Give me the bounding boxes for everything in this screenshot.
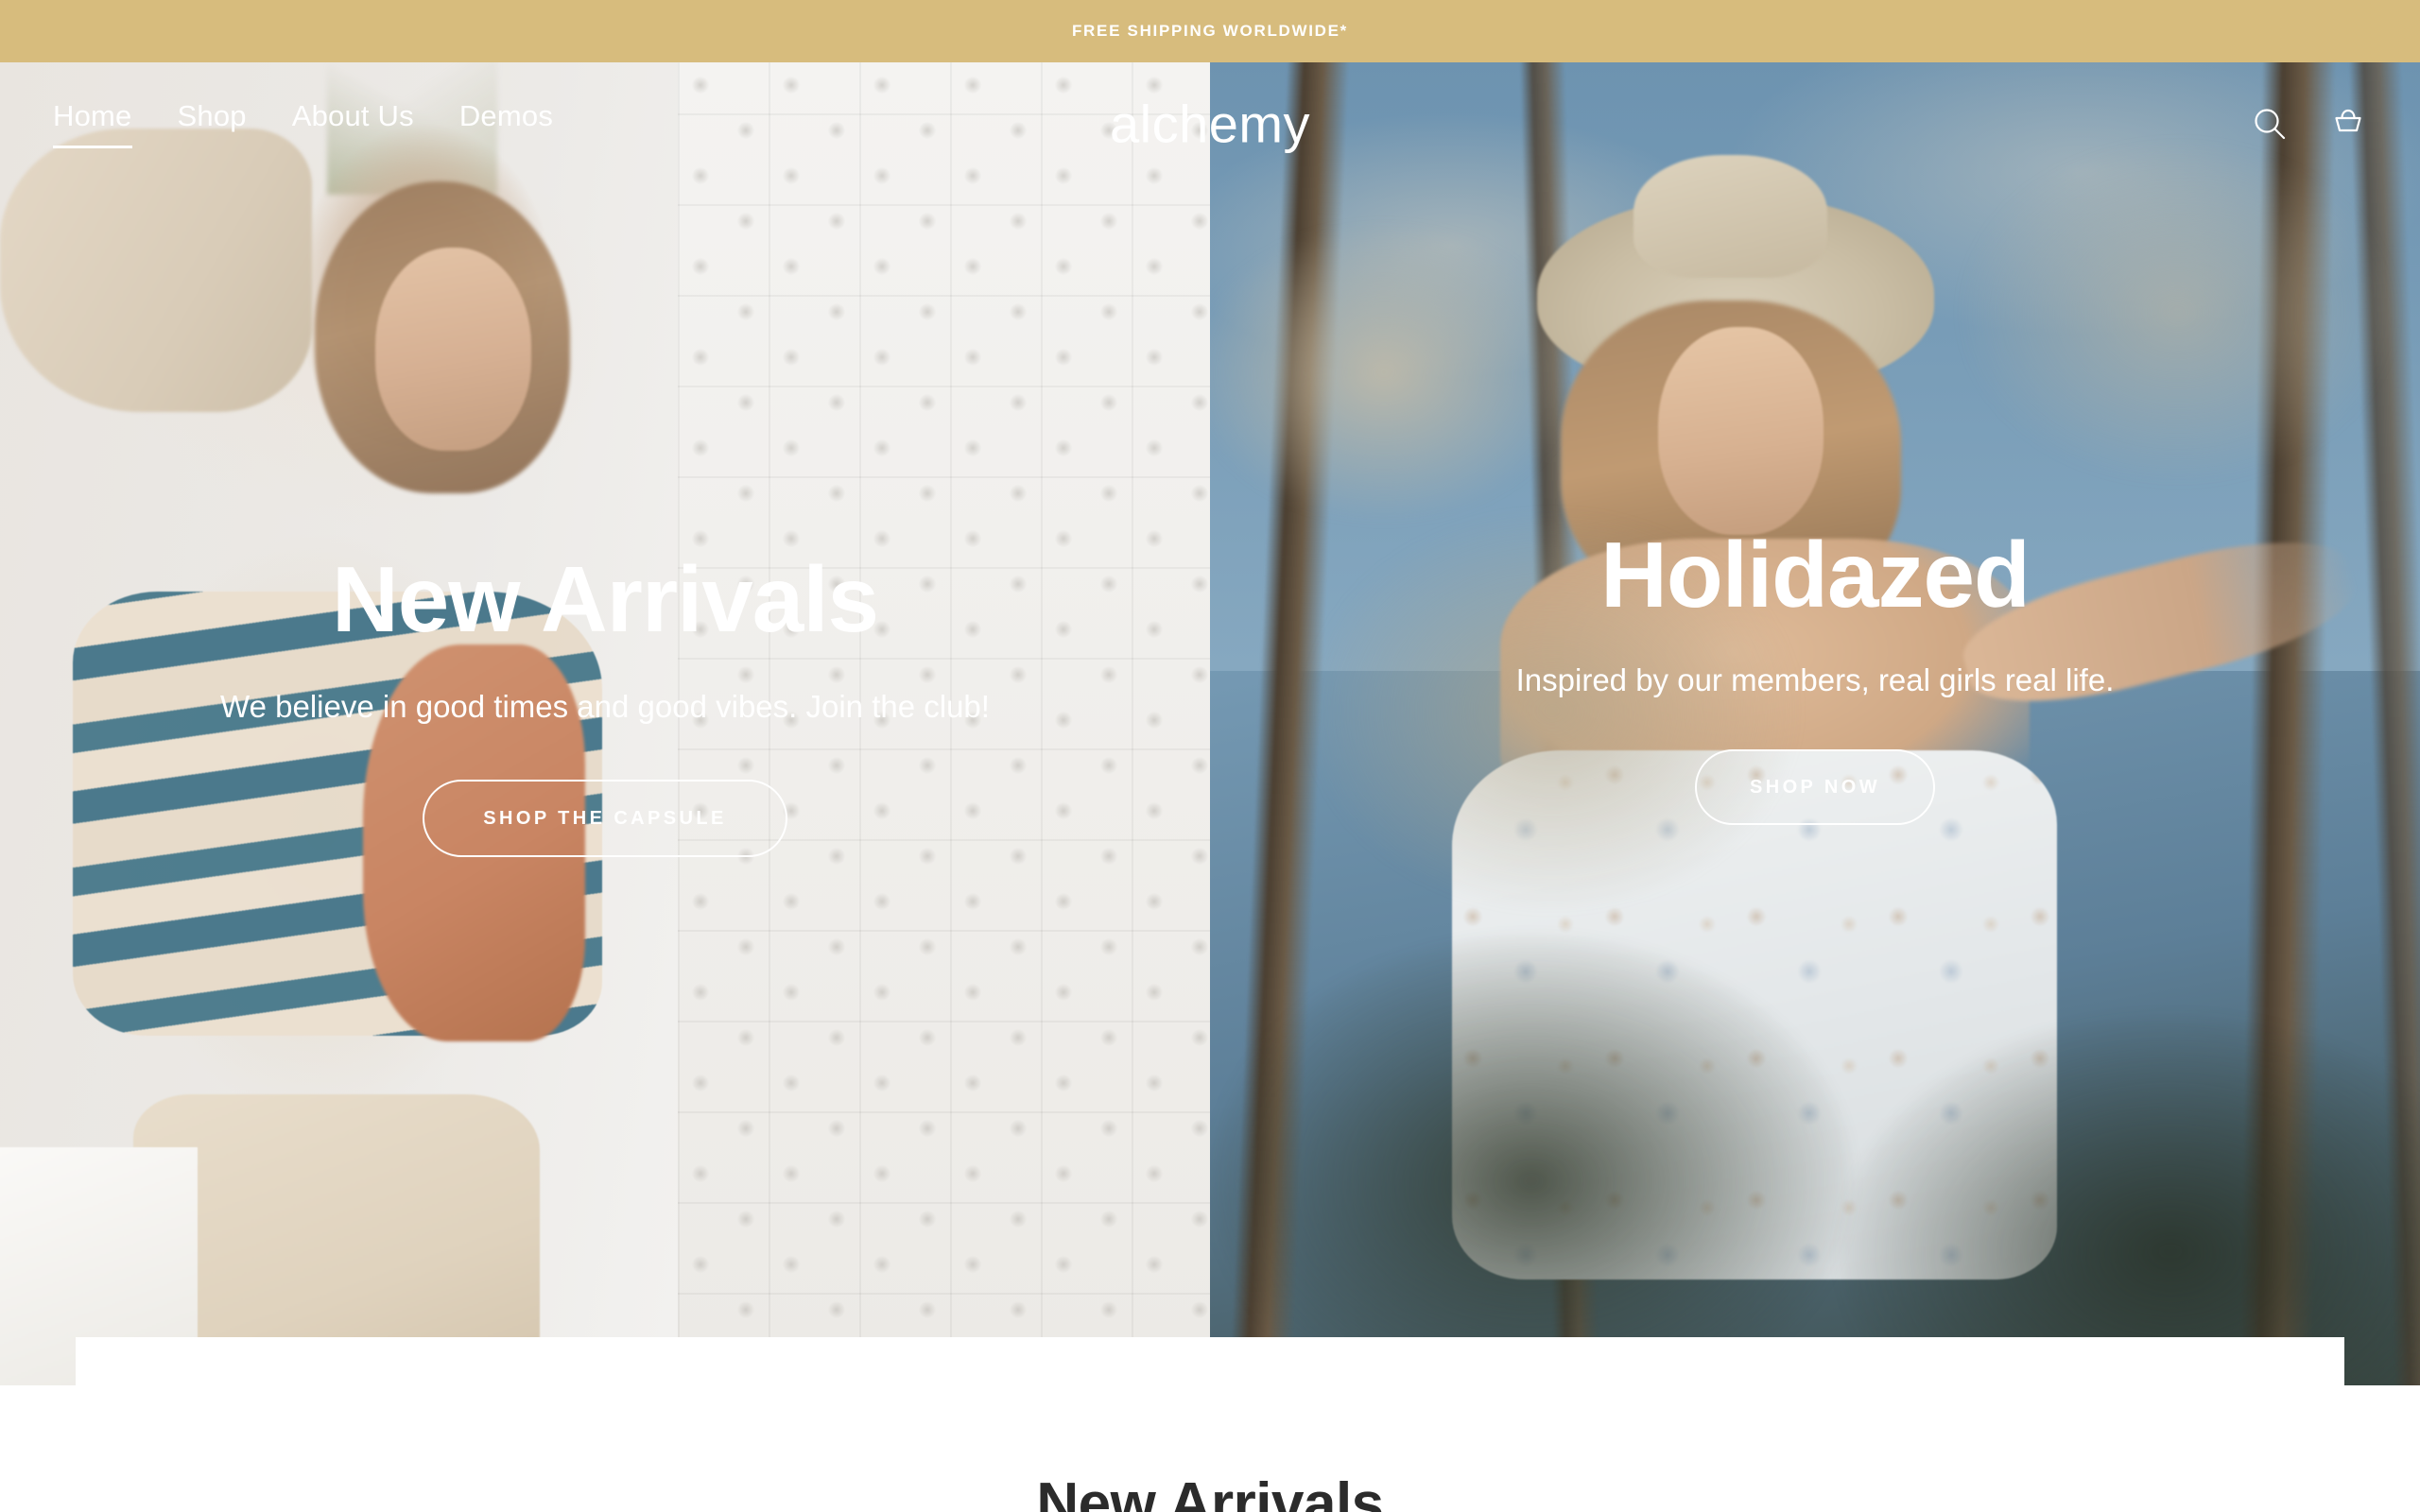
hero-subtitle: Inspired by our members, real girls real…: [1515, 662, 2115, 697]
announcement-text: FREE SHIPPING WORLDWIDE*: [1071, 22, 1349, 40]
hero-title: New Arrivals: [331, 546, 879, 651]
section-heading-new-arrivals: New Arrivals: [1036, 1471, 1384, 1512]
nav-item-home[interactable]: Home: [53, 99, 132, 148]
hero-panel-holidazed[interactable]: Holidazed Inspired by our members, real …: [1210, 62, 2420, 1385]
nav-item-shop[interactable]: Shop: [178, 99, 247, 148]
shop-now-button[interactable]: SHOP NOW: [1695, 749, 1935, 826]
header-actions: [2252, 105, 2367, 143]
hero-title: Holidazed: [1600, 522, 2031, 627]
nav-item-demos[interactable]: Demos: [459, 99, 553, 148]
hero-subtitle: We believe in good times and good vibes.…: [220, 688, 990, 724]
site-header: Home Shop About Us Demos alchemy: [0, 62, 2420, 185]
homepage: FREE SHIPPING WORLDWIDE* New Arrivals We…: [0, 0, 2420, 1512]
announcement-bar: FREE SHIPPING WORLDWIDE*: [0, 0, 2420, 62]
shop-the-capsule-button[interactable]: SHOP THE CAPSULE: [423, 780, 787, 858]
hero-content-holidazed: Holidazed Inspired by our members, real …: [1210, 62, 2420, 1338]
nav-item-about-us[interactable]: About Us: [292, 99, 414, 148]
hero-section: New Arrivals We believe in good times an…: [0, 62, 2420, 1385]
site-logo[interactable]: alchemy: [1110, 94, 1310, 155]
cart-icon[interactable]: [2329, 105, 2367, 143]
search-icon[interactable]: [2252, 106, 2288, 142]
hero-content-new-arrivals: New Arrivals We believe in good times an…: [0, 62, 1210, 1366]
hero-panel-new-arrivals[interactable]: New Arrivals We believe in good times an…: [0, 62, 1210, 1385]
